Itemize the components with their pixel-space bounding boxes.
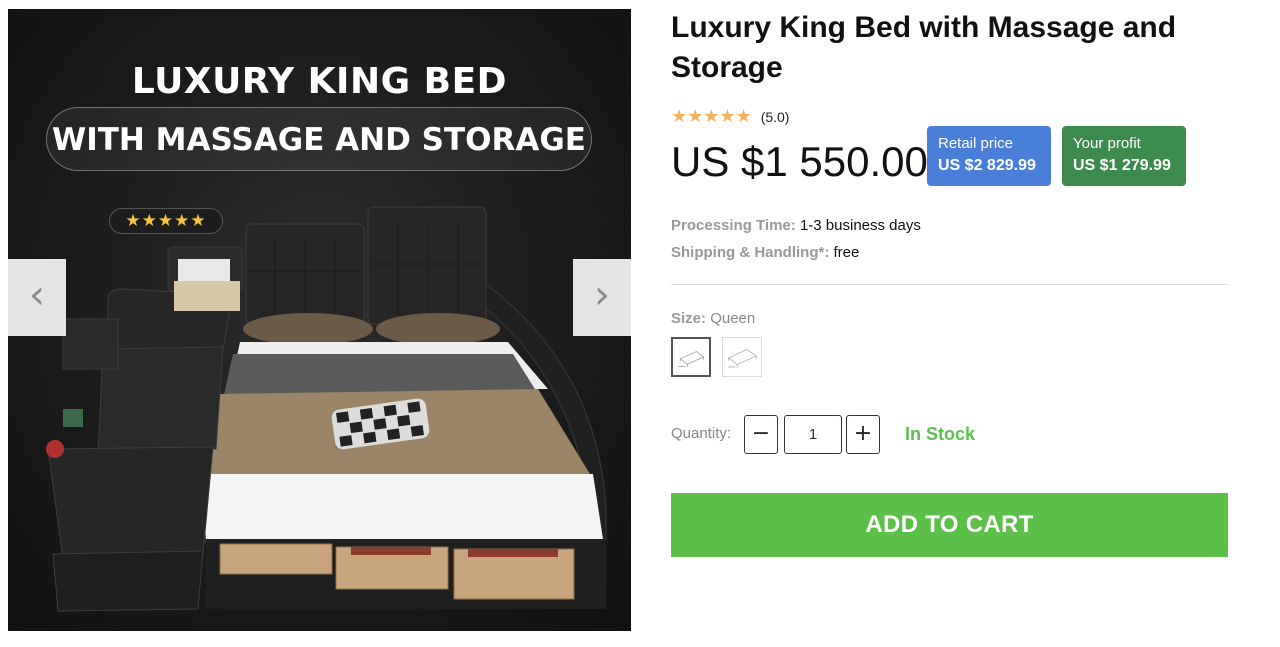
gallery-prev-button[interactable]: ‹	[8, 259, 66, 336]
quantity-input[interactable]	[784, 415, 842, 454]
banner-title: LUXURY KING BED	[131, 61, 508, 102]
size-option-queen[interactable]	[671, 337, 711, 377]
chevron-right-icon: ›	[594, 272, 610, 318]
processing-time-label: Processing Time:	[671, 217, 796, 234]
shipping-handling: Shipping & Handling*: free	[671, 244, 859, 261]
gallery-next-button[interactable]: ›	[573, 259, 631, 336]
banner-subtitle: WITH MASSAGE AND STORAGE	[46, 107, 592, 171]
minus-icon: −	[751, 421, 771, 446]
product-image: LUXURY KING BED WITH MASSAGE AND STORAGE…	[8, 9, 631, 631]
processing-time-value: 1-3 business days	[799, 217, 921, 234]
star-rating-icon: ★★★★★	[671, 106, 752, 126]
retail-price-tag: Retail price US $2 829.99	[927, 126, 1051, 186]
add-to-cart-button[interactable]: ADD TO CART	[671, 493, 1228, 557]
image-rating-badge: ★★★★★	[109, 208, 223, 234]
divider	[671, 284, 1228, 285]
product-price: US $1 550.00	[671, 138, 928, 185]
processing-time: Processing Time: 1-3 business days	[671, 217, 921, 234]
quantity-decrease-button[interactable]: −	[744, 415, 778, 454]
profit-tag: Your profit US $1 279.99	[1062, 126, 1186, 186]
retail-price-label: Retail price	[938, 135, 1014, 152]
plus-icon: +	[853, 421, 873, 446]
rating-score: (5.0)	[760, 108, 790, 125]
chevron-left-icon: ‹	[29, 272, 45, 318]
profit-value: US $1 279.99	[1073, 157, 1171, 174]
size-selected-value: Queen	[710, 310, 756, 327]
size-selector-label: Size: Queen	[671, 310, 755, 327]
shipping-label: Shipping & Handling*:	[671, 244, 830, 261]
bed-thumbnail-icon	[727, 348, 758, 368]
bed-illustration	[46, 206, 607, 612]
size-label: Size:	[671, 310, 707, 327]
retail-price-value: US $2 829.99	[938, 157, 1036, 174]
size-option-king[interactable]	[722, 337, 762, 377]
shipping-value: free	[833, 244, 860, 261]
bed-thumbnail-icon	[678, 351, 705, 367]
stock-status: In Stock	[905, 424, 976, 444]
quantity-increase-button[interactable]: +	[846, 415, 880, 454]
product-rating: ★★★★★ (5.0)	[671, 106, 789, 127]
product-title: Luxury King Bed with Massage and Storage	[671, 11, 1177, 84]
quantity-label: Quantity:	[671, 425, 732, 442]
profit-label: Your profit	[1073, 135, 1141, 152]
